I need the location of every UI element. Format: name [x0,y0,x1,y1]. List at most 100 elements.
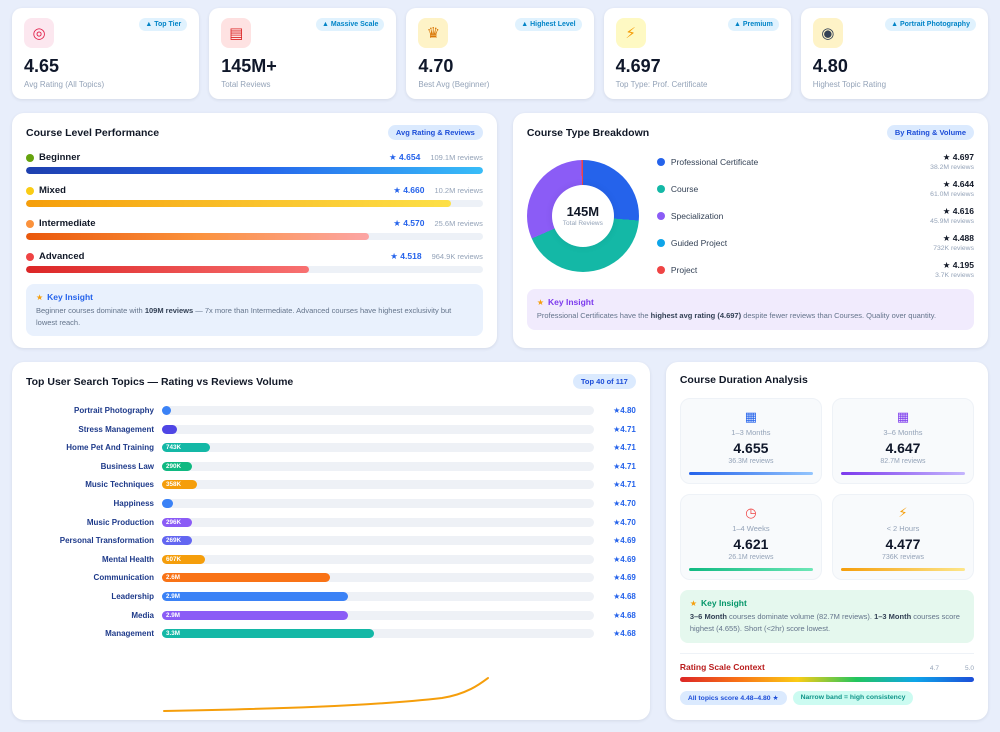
course-level-panel: Course Level Performance Avg Rating & Re… [12,113,497,349]
duration-label: 3–6 Months [883,428,923,438]
topic-bar-track: 743K [162,443,594,453]
duration-grid: ▦ 1–3 Months 4.655 36.3M reviews ▦ 3–6 M… [679,398,974,581]
topics-bars: Portrait Photography ★4.80 Stress Manage… [26,401,636,643]
kpi-value: 4.70 [418,56,454,76]
duration-card: ⚡ < 2 Hours 4.477 736K reviews [831,494,974,581]
duration-card: ▦ 1–3 Months 4.655 36.3M reviews [679,398,822,485]
legend-values: ★ 4.697 38.2M reviews [930,152,974,171]
topic-bar-track: 290K [162,461,594,471]
kpi-trend-badge: ▲ Portrait Photography [885,18,976,31]
donut-legend: Professional Certificate ★ 4.697 38.2M r… [656,152,974,279]
scale-tick-max: 5.0 [964,664,974,672]
legend-rating: ★ 4.697 [942,152,974,162]
legend-name: Project [670,264,698,275]
duration-icon: ◷ [745,505,757,521]
topic-row: Stress Management ★4.71 [26,420,636,439]
course-type-title: Course Type Breakdown [526,126,650,139]
duration-value: 4.647 [885,440,921,457]
legend-reviews: 61.0M reviews [930,191,974,198]
legend-dot-icon [656,157,665,166]
rating-scale-gradient-bar [679,676,974,682]
topic-bar-fill: 2.9M [162,591,348,601]
level-name: Mixed [39,185,66,196]
duration-header: Course Duration Analysis [680,374,974,386]
topic-rating: ★4.69 [613,554,636,564]
level-rating: ★ 4.518 [390,251,422,261]
rating-scale-title: Rating Scale Context [679,661,765,672]
topic-bar-fill [162,499,173,509]
rating-scale-header: Rating Scale Context 4.7 5.0 [680,662,974,672]
topic-label: Mental Health [101,554,154,564]
kpi-card-header: ⚡ ▲ Premium [615,18,779,48]
topic-rating: ★4.71 [613,443,636,453]
topic-row: Management 3.3M ★4.68 [26,624,636,643]
legend-rating: ★ 4.488 [942,233,974,243]
topic-row: Personal Transformation 269K ★4.69 [26,531,636,550]
legend-rating: ★ 4.616 [942,206,974,216]
legend-item: Professional Certificate ★ 4.697 38.2M r… [656,152,974,171]
topic-label: Leadership [111,591,154,601]
legend-dot-icon [656,265,665,274]
duration-label: < 2 Hours [886,524,920,534]
topic-row: Home Pet And Training 743K ★4.71 [26,438,636,457]
level-name: Intermediate [39,218,96,229]
topic-rating: ★4.68 [613,591,636,601]
topic-rating: ★4.69 [613,573,636,583]
scale-tick-mid: 4.7 [929,664,939,672]
level-bar-fill [26,200,451,207]
duration-underline [840,568,965,572]
topic-bar-track: 296K [162,517,594,527]
legend-dot-icon [656,184,665,193]
kpi-value: 145M+ [221,56,277,76]
legend-item: Project ★ 4.195 3.7K reviews [656,260,974,279]
kpi-icon: ⚡ [615,18,646,48]
topic-bar-fill: 2.9M [162,610,348,620]
donut-chart: 145M Total Reviews [526,159,639,272]
topic-bar-track: 269K [162,536,594,546]
topic-row: Business Law 290K ★4.71 [26,457,636,476]
kpi-icon: ♛ [418,18,449,48]
level-reviews: 10.2M reviews [434,186,483,195]
topic-bar-fill: 290K [162,461,193,471]
topic-bar-value: 296K [166,518,182,526]
topic-bar-track: 2.9M [162,591,594,601]
legend-values: ★ 4.644 61.0M reviews [930,179,974,198]
duration-panel: Course Duration Analysis ▦ 1–3 Months 4.… [665,362,988,720]
kpi-card-header: ▤ ▲ Massive Scale [221,18,385,48]
duration-reviews: 36.3M reviews [728,458,774,466]
topic-rating: ★4.70 [613,499,636,509]
topic-rating: ★4.69 [613,536,636,546]
level-bar-track [26,266,483,273]
topic-bar-value: 743K [166,444,182,452]
topic-row: Mental Health 607K ★4.69 [26,550,636,569]
kpi-card: ◎ ▲ Top Tier 4.65 Avg Rating (All Topics… [12,8,200,99]
topic-label: Management [105,629,154,639]
topic-bar-value: 2.9M [166,592,180,600]
duration-value: 4.655 [733,440,769,457]
duration-icon: ⚡ [898,505,908,521]
level-dot-icon [26,252,34,261]
topic-label: Music Production [86,517,154,527]
duration-underline [688,472,813,476]
kpi-card: ◉ ▲ Portrait Photography 4.80 Highest To… [800,8,988,99]
topic-rating: ★4.70 [613,517,636,527]
lightbulb-icon: ★ [536,297,545,307]
lightbulb-icon: ★ [689,598,698,608]
legend-name: Specialization [670,210,724,221]
topic-label: Communication [93,573,154,583]
insight-text: Beginner courses dominate with 109M revi… [36,306,452,327]
topic-rating: ★4.71 [613,424,636,434]
level-bar-fill [26,167,483,174]
level-row-labels: Intermediate ★ 4.570 25.6M reviews [26,218,483,229]
kpi-value: 4.80 [812,56,848,76]
insight-title: ★ Key Insight [689,598,747,609]
level-row: Intermediate ★ 4.570 25.6M reviews [26,218,483,240]
topic-bar-track [162,499,594,509]
level-row: Beginner ★ 4.654 109.1M reviews [26,152,483,174]
kpi-label: Total Reviews [221,80,271,89]
legend-reviews: 3.7K reviews [935,272,974,279]
duration-icon: ▦ [744,409,758,425]
topic-bar-value: 2.6M [166,574,180,582]
duration-value: 4.477 [885,536,921,553]
legend-name: Guided Project [670,237,728,248]
